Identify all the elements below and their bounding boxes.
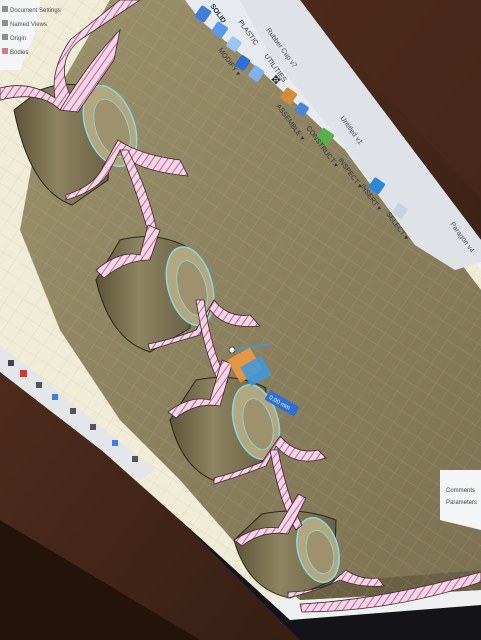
- monitor-photo: ✥ SOLID PLASTIC UTILITIES MODIFY ▾ ASSEM…: [0, 0, 481, 640]
- right-panel-item-2[interactable]: Parameters: [446, 500, 477, 506]
- right-panel-item-1[interactable]: Comments: [446, 488, 475, 494]
